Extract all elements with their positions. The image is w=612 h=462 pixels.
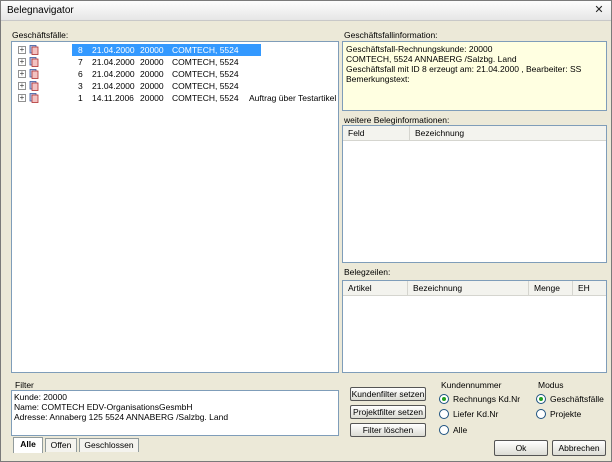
tab-geschlossen[interactable]: Geschlossen	[79, 438, 139, 452]
expand-icon[interactable]: +	[18, 70, 26, 78]
case-number: 3	[78, 81, 83, 91]
column-header-bezeichnung[interactable]: Bezeichnung	[408, 281, 529, 296]
expand-icon[interactable]: +	[18, 94, 26, 102]
column-header-artikel[interactable]: Artikel	[343, 281, 408, 296]
case-customer-name: COMTECH, 5524	[172, 45, 239, 55]
case-customer-code: 20000	[140, 81, 164, 91]
column-header-feld[interactable]: Feld	[343, 126, 410, 141]
close-icon[interactable]: ✕	[591, 4, 607, 18]
case-number: 1	[78, 93, 83, 103]
cases-tree[interactable]: + 8 21.04.2000 20000 COMTECH, 5524 + 7 2…	[11, 41, 339, 373]
case-number: 6	[78, 69, 83, 79]
info-line: COMTECH, 5524 ANNABERG /Salzbg. Land	[346, 54, 517, 64]
case-customer-name: COMTECH, 5524	[172, 81, 239, 91]
radio-selected-icon[interactable]	[536, 394, 546, 404]
tree-row[interactable]: + 3 21.04.2000 20000 COMTECH, 5524	[12, 80, 338, 92]
document-stack-icon	[29, 93, 39, 103]
case-info-box: Geschäftsfall-Rechnungskunde: 20000 COMT…	[342, 41, 607, 111]
ok-button[interactable]: Ok	[494, 440, 548, 456]
radio-alle[interactable]: Alle	[439, 424, 529, 436]
document-stack-icon	[29, 69, 39, 79]
case-customer-code: 20000	[140, 57, 164, 67]
radio-unselected-icon[interactable]	[439, 425, 449, 435]
case-customer-name: COMTECH, 5524	[172, 69, 239, 79]
filter-line: Kunde: 20000	[14, 392, 67, 402]
customer-number-label: Kundennummer	[441, 380, 502, 390]
info-label: Geschäftsfallinformation:	[344, 30, 438, 40]
radio-selected-icon[interactable]	[439, 394, 449, 404]
filter-label: Filter	[15, 380, 34, 390]
case-customer-code: 20000	[140, 93, 164, 103]
clear-filter-button[interactable]: Filter löschen	[350, 423, 426, 437]
case-date: 21.04.2000	[92, 57, 135, 67]
filter-line: Adresse: Annaberg 125 5524 ANNABERG /Sal…	[14, 412, 229, 422]
radio-label: Projekte	[550, 409, 582, 419]
filter-line: Name: COMTECH EDV-OrganisationsGesmbH	[14, 402, 193, 412]
case-customer-name: COMTECH, 5524	[172, 57, 239, 67]
more-info-list[interactable]: Feld Bezeichnung	[342, 125, 607, 263]
radio-unselected-icon[interactable]	[536, 409, 546, 419]
document-stack-icon	[29, 81, 39, 91]
mode-label: Modus	[538, 380, 564, 390]
case-note: Auftrag über Testartikel	[249, 93, 337, 103]
tab-alle[interactable]: Alle	[13, 437, 43, 453]
cases-label: Geschäftsfälle:	[12, 30, 69, 40]
case-customer-name: COMTECH, 5524	[172, 93, 239, 103]
info-line: Geschäftsfall-Rechnungskunde: 20000	[346, 44, 493, 54]
document-lines-list[interactable]: Artikel Bezeichnung Menge EH	[342, 280, 607, 373]
document-stack-icon	[29, 57, 39, 67]
expand-icon[interactable]: +	[18, 58, 26, 66]
radio-label: Rechnungs Kd.Nr	[453, 394, 521, 404]
case-date: 21.04.2000	[92, 81, 135, 91]
tab-offen[interactable]: Offen	[45, 438, 77, 452]
tree-row[interactable]: + 7 21.04.2000 20000 COMTECH, 5524	[12, 56, 338, 68]
radio-rechnungs-kdnr[interactable]: Rechnungs Kd.Nr	[439, 393, 529, 405]
list-header: Feld Bezeichnung	[343, 126, 606, 141]
tree-row[interactable]: + 8 21.04.2000 20000 COMTECH, 5524	[12, 44, 338, 56]
tree-row[interactable]: + 6 21.04.2000 20000 COMTECH, 5524	[12, 68, 338, 80]
case-number: 7	[78, 57, 83, 67]
more-info-label: weitere Beleginformationen:	[344, 115, 450, 125]
cancel-button[interactable]: Abbrechen	[552, 440, 606, 456]
list-header: Artikel Bezeichnung Menge EH	[343, 281, 606, 296]
title-bar[interactable]: Belegnavigator ✕	[1, 1, 611, 21]
filter-info-box: Kunde: 20000 Name: COMTECH EDV-Organisat…	[11, 390, 339, 436]
case-date: 21.04.2000	[92, 69, 135, 79]
info-line: Geschäftsfall mit ID 8 erzeugt am: 21.04…	[346, 64, 582, 74]
case-date: 14.11.2006	[92, 93, 134, 103]
radio-label: Liefer Kd.Nr	[453, 409, 499, 419]
window-title: Belegnavigator	[7, 5, 74, 16]
info-line: Bemerkungstext:	[346, 74, 410, 84]
case-customer-code: 20000	[140, 69, 164, 79]
radio-unselected-icon[interactable]	[439, 409, 449, 419]
customer-filter-button[interactable]: Kundenfilter setzen	[350, 387, 426, 401]
document-stack-icon	[29, 45, 39, 55]
project-filter-button[interactable]: Projektfilter setzen	[350, 405, 426, 419]
column-header-bezeichnung[interactable]: Bezeichnung	[410, 126, 606, 141]
case-number: 8	[78, 45, 83, 55]
belegnavigator-window: Belegnavigator ✕ Geschäftsfälle: + 8 21.…	[0, 0, 612, 462]
radio-geschaeftsfaelle[interactable]: Geschäftsfälle	[536, 393, 608, 405]
lines-label: Belegzeilen:	[344, 267, 391, 277]
radio-projekte[interactable]: Projekte	[536, 408, 608, 420]
column-header-menge[interactable]: Menge	[529, 281, 573, 296]
case-customer-code: 20000	[140, 45, 164, 55]
tree-row[interactable]: + 1 14.11.2006 20000 COMTECH, 5524 Auftr…	[12, 92, 338, 104]
radio-liefer-kdnr[interactable]: Liefer Kd.Nr	[439, 408, 529, 420]
radio-label: Alle	[453, 425, 468, 435]
expand-icon[interactable]: +	[18, 46, 26, 54]
column-header-eh[interactable]: EH	[573, 281, 606, 296]
radio-label: Geschäftsfälle	[550, 394, 604, 404]
expand-icon[interactable]: +	[18, 82, 26, 90]
case-date: 21.04.2000	[92, 45, 135, 55]
